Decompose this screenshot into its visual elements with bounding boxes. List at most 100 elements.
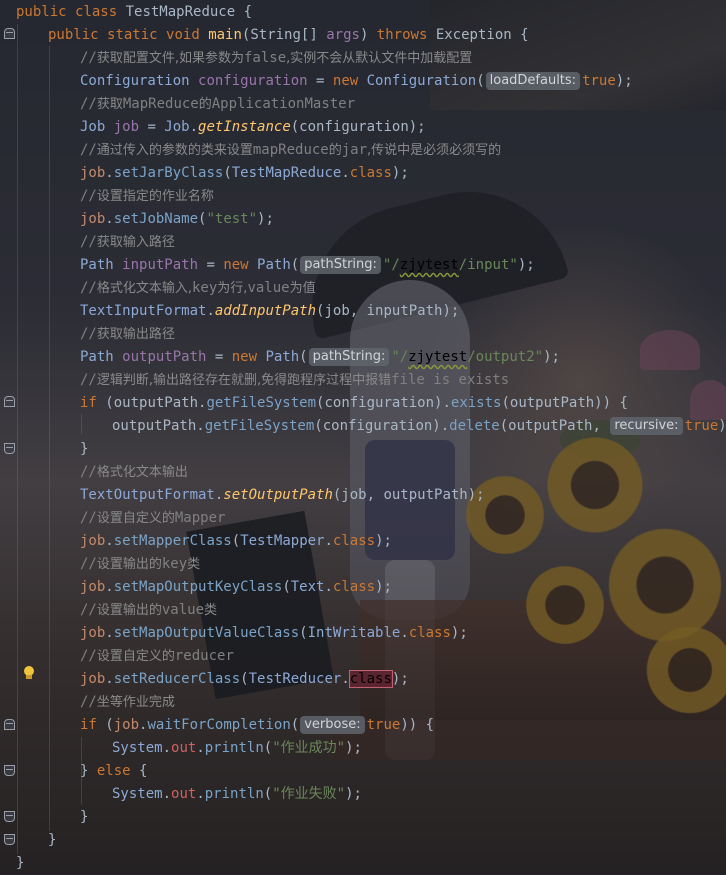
code-token: Mapper [174, 510, 226, 526]
code-token: args [326, 27, 360, 43]
code-line[interactable]: //坐等作业完成 [80, 691, 175, 714]
code-token: // [80, 96, 97, 112]
code-line[interactable]: job.setMapOutputValueClass(IntWritable.c… [80, 622, 468, 645]
code-token: = [316, 73, 333, 89]
code-token: IntWritable [307, 625, 401, 641]
code-token: 的 [328, 143, 342, 158]
code-line[interactable]: if (job.waitForCompletion(verbose: true))… [80, 714, 434, 737]
code-token: if [80, 717, 106, 733]
code-token: class [75, 4, 126, 20]
code-token: . [400, 625, 409, 641]
code-line[interactable]: } else { [80, 760, 147, 783]
code-token: . [189, 119, 199, 135]
code-token: . [324, 533, 333, 549]
code-line[interactable]: //格式化文本输出 [80, 461, 188, 484]
lightbulb-icon[interactable] [23, 666, 35, 680]
parameter-hint: pathString: [300, 256, 381, 274]
code-line[interactable]: outputPath.getFileSystem(configuration).… [112, 415, 726, 438]
code-line[interactable]: TextOutputFormat.setOutputPath(job, outp… [80, 484, 485, 507]
code-line[interactable]: } [80, 806, 88, 829]
editor-gutter[interactable] [0, 0, 15, 874]
code-token: Job [164, 119, 190, 135]
code-editor[interactable]: public class TestMapReduce {public stati… [0, 0, 726, 874]
code-token: TestMapReduce [231, 165, 342, 181]
fold-toggle-icon[interactable] [4, 765, 15, 776]
code-line[interactable]: System.out.println("作业成功"); [112, 737, 362, 760]
code-token: ); [257, 211, 274, 227]
code-line[interactable]: Path outputPath = new Path(pathString: "/… [80, 346, 560, 369]
code-line[interactable]: job.setMapOutputKeyClass(Text.class); [80, 576, 392, 599]
code-token: TextInputFormat [80, 303, 207, 319]
code-line[interactable]: //获取输入路径 [80, 231, 175, 254]
code-token: // [80, 510, 97, 526]
fold-toggle-icon[interactable] [4, 443, 15, 454]
code-token: setOutputPath [223, 487, 333, 503]
code-token: Path [80, 349, 123, 365]
code-line[interactable]: Path inputPath = new Path(pathString: "/z… [80, 254, 535, 277]
code-token: // [80, 326, 97, 342]
code-line[interactable]: //通过传入的参数的类来设置mapReduce的jar,传说中是必须必须写的 [80, 139, 501, 162]
code-token: (job, outputPath); [332, 487, 485, 503]
code-token: new [223, 257, 258, 273]
code-token: = [214, 349, 232, 365]
code-token: 获取 [96, 97, 123, 112]
code-line[interactable]: } [16, 852, 24, 875]
code-token: 设置指定的作业名称 [96, 189, 214, 204]
code-line[interactable]: System.out.println("作业失败"); [112, 783, 362, 806]
code-token: String [250, 27, 301, 43]
code-line[interactable]: //获取MapReduce的ApplicationMaster [80, 93, 355, 116]
code-token: . [105, 625, 114, 641]
code-line[interactable]: TextInputFormat.addInputPath(job, inputP… [80, 300, 459, 323]
code-line[interactable]: job.setJobName("test"); [80, 208, 274, 231]
fold-toggle-icon[interactable] [4, 719, 15, 730]
code-line[interactable]: if (outputPath.getFileSystem(configurati… [80, 392, 628, 415]
code-token: outputPath. [112, 418, 205, 434]
code-line[interactable]: //设置指定的作业名称 [80, 185, 214, 208]
fold-toggle-icon[interactable] [4, 28, 15, 39]
code-token: class [348, 670, 393, 688]
code-line[interactable]: //获取输出路径 [80, 323, 175, 346]
code-token: (configuration). [314, 418, 450, 434]
fold-toggle-icon[interactable] [4, 396, 15, 407]
code-token: ( [105, 717, 114, 733]
code-line[interactable]: //获取配置文件,如果参数为false,实例不会从默认文件中加载配置 [80, 47, 472, 70]
fold-toggle-icon[interactable] [4, 834, 15, 845]
code-line[interactable]: //格式化文本输入,key为行,value为值 [80, 277, 316, 300]
code-token: setMapperClass [113, 533, 232, 549]
code-line[interactable]: job.setMapperClass(TestMapper.class); [80, 530, 392, 553]
code-line[interactable]: Configuration configuration = new Config… [80, 70, 633, 93]
code-line[interactable]: job.setJarByClass(TestMapReduce.class); [80, 162, 409, 185]
code-line[interactable]: public class TestMapReduce { [16, 1, 252, 24]
code-token: println [204, 740, 264, 756]
code-token: addInputPath [214, 303, 317, 319]
code-token: out [171, 740, 197, 756]
code-line[interactable]: //设置输出的key类 [80, 553, 200, 576]
code-token: delete [449, 418, 500, 434]
code-token: zjytest [408, 349, 468, 365]
code-token: ) [359, 27, 377, 43]
code-token: Path [80, 257, 123, 273]
code-token: "作业成功" [272, 740, 346, 756]
code-token: ); [517, 257, 535, 273]
fold-toggle-icon[interactable] [4, 811, 15, 822]
code-token: class [332, 533, 376, 549]
code-token: ,传说中是必须必须写的 [367, 143, 502, 158]
code-line[interactable]: //设置输出的value类 [80, 599, 217, 622]
code-line[interactable]: public static void main(String[] args) t… [48, 24, 529, 47]
code-token: public [16, 4, 76, 20]
code-token: (configuration); [290, 119, 426, 135]
code-line[interactable]: Job job = Job.getInstance(configuration)… [80, 116, 426, 139]
code-token: // [80, 188, 97, 204]
code-token: println [204, 786, 264, 802]
code-line[interactable]: //设置自定义的Mapper [80, 507, 225, 530]
code-token: ( [299, 349, 308, 365]
code-token: Configuration [80, 73, 199, 89]
code-token: jar [341, 142, 368, 158]
code-line[interactable]: //设置自定义的reducer [80, 645, 234, 668]
code-line[interactable]: job.setReducerClass(TestReducer.class); [80, 668, 409, 691]
code-line[interactable]: //逻辑判断,输出路径存在就删,免得跑程序过程中报错file is exists [80, 369, 509, 392]
parameter-hint: pathString: [308, 348, 390, 366]
code-token: ( [263, 740, 273, 756]
code-line[interactable]: } [48, 829, 56, 852]
code-line[interactable]: } [80, 438, 88, 461]
